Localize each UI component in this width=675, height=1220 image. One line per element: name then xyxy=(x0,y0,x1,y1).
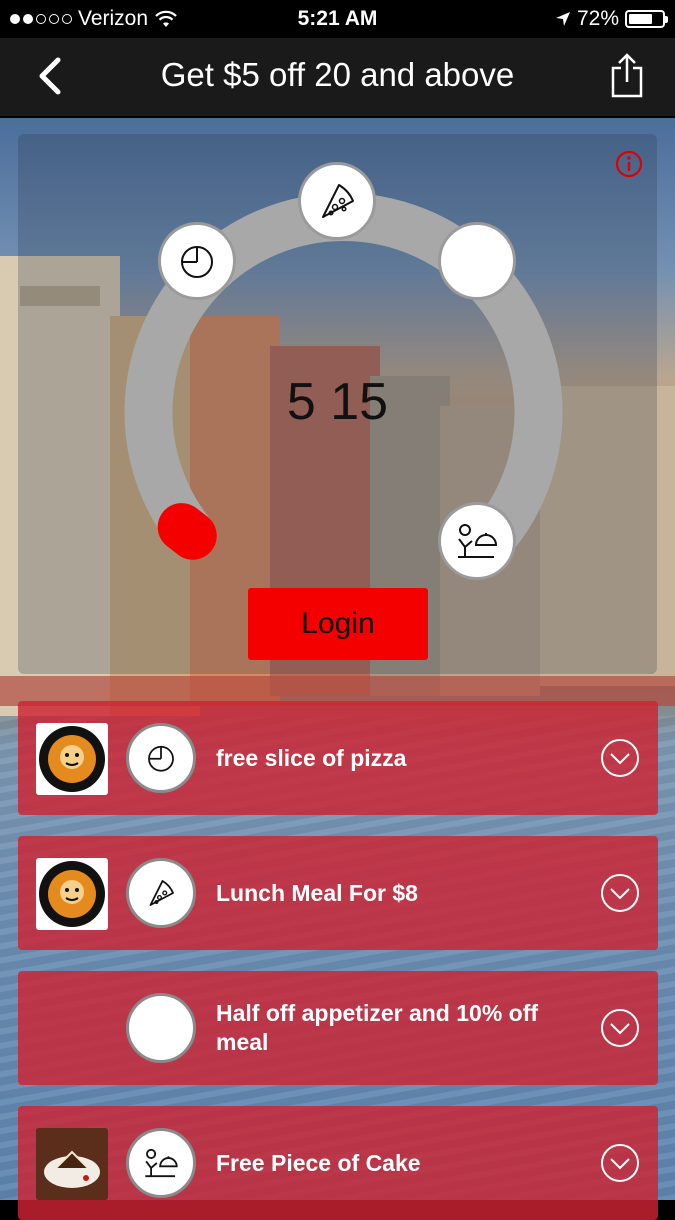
milestone-pizza-slice[interactable] xyxy=(298,162,376,240)
reward-title: free slice of pizza xyxy=(216,744,407,771)
milestone-blank[interactable] xyxy=(438,222,516,300)
pie-chart-icon xyxy=(148,745,174,772)
pizza-slice-icon xyxy=(149,880,174,906)
expand-chevron-icon[interactable] xyxy=(600,873,640,913)
status-right: 72% xyxy=(555,7,668,31)
reward-title: Free Piece of Cake xyxy=(216,1149,421,1176)
battery-icon xyxy=(625,10,668,28)
milestone-pie-chart[interactable] xyxy=(158,222,236,300)
cake-photo xyxy=(36,1128,108,1200)
page-title: Get $5 off 20 and above xyxy=(160,56,515,93)
waiter-icon xyxy=(145,1148,178,1178)
expand-chevron-icon[interactable] xyxy=(600,738,640,778)
points-counter: 5 15 xyxy=(286,373,389,431)
reward-item[interactable]: free slice of pizza xyxy=(18,701,658,815)
reward-icon xyxy=(126,993,196,1063)
reward-title: Lunch Meal For $8 xyxy=(216,879,418,906)
expand-chevron-icon[interactable] xyxy=(600,1008,640,1048)
waiter-icon xyxy=(458,524,498,558)
expand-chevron-icon[interactable] xyxy=(600,1143,640,1183)
pie-chart-icon xyxy=(181,246,213,278)
ginos-logo xyxy=(36,723,108,795)
location-arrow-icon xyxy=(555,12,570,26)
info-icon[interactable] xyxy=(615,150,643,178)
reward-icon xyxy=(126,1128,196,1198)
reward-item[interactable]: Half off appetizer and 10% off meal xyxy=(18,971,658,1085)
share-icon[interactable] xyxy=(609,52,645,98)
progress-marker xyxy=(157,503,217,560)
reward-item[interactable]: Lunch Meal For $8 xyxy=(18,836,658,950)
battery-percent: 72% xyxy=(576,7,619,30)
pizza-slice-icon xyxy=(322,184,354,218)
reward-item[interactable]: Free Piece of Cake xyxy=(18,1106,658,1220)
status-bar: Verizon 5:21 AM 72% xyxy=(0,0,675,38)
login-button[interactable]: Login xyxy=(248,588,428,660)
navigation-bar: Get $5 off 20 and above xyxy=(0,38,675,118)
loyalty-progress-panel: 5 15 Login xyxy=(18,134,657,674)
reward-icon xyxy=(126,858,196,928)
reward-icon xyxy=(126,723,196,793)
milestone-waiter[interactable] xyxy=(438,502,516,580)
reward-title: Half off appetizer and 10% off meal xyxy=(216,1000,539,1055)
ginos-logo xyxy=(36,858,108,930)
